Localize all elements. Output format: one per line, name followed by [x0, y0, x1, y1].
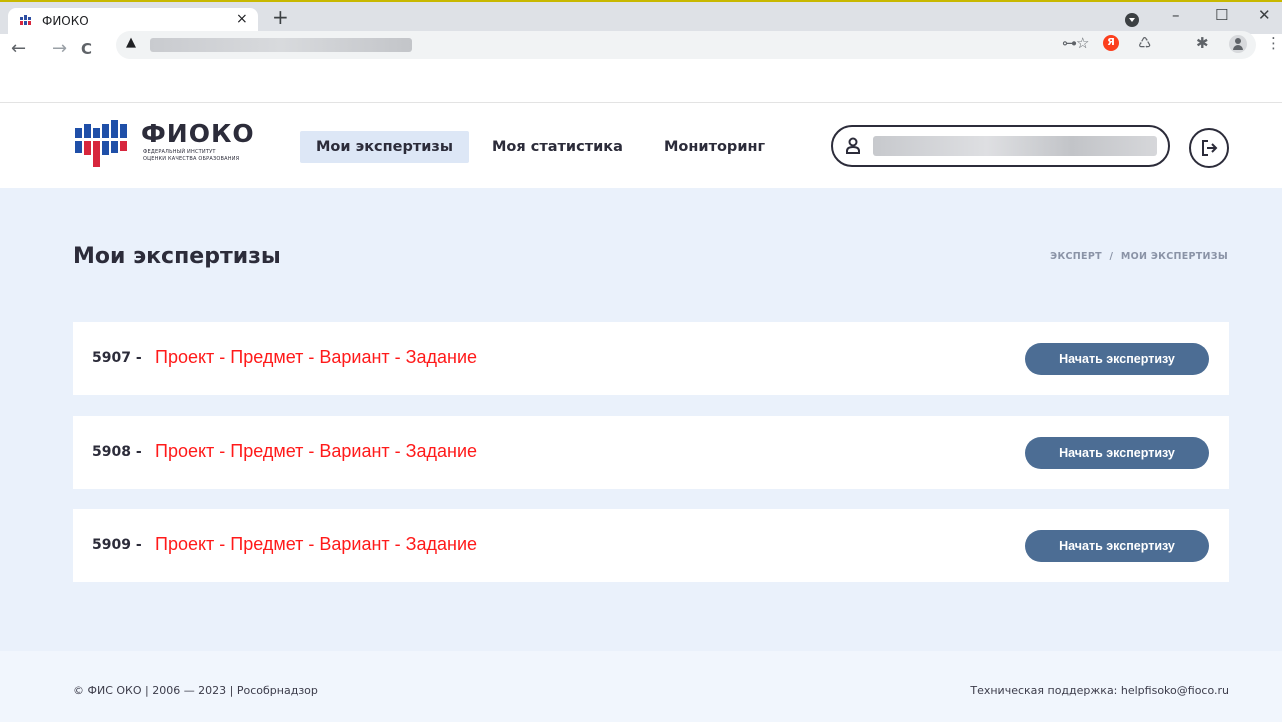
nav-my-expertises[interactable]: Мои экспертизы — [300, 131, 469, 163]
user-icon — [846, 137, 860, 154]
not-secure-warning-icon[interactable]: ▲ — [126, 35, 136, 50]
reload-icon[interactable]: C — [81, 40, 92, 58]
expertise-card: 5908 - Проект - Предмет - Вариант - Зада… — [73, 416, 1229, 489]
yandex-extension-icon[interactable]: Я — [1103, 35, 1119, 51]
url-text-redacted — [150, 38, 412, 52]
password-key-icon[interactable]: ⊶ — [1062, 34, 1077, 52]
user-name-redacted — [873, 136, 1157, 156]
footer-copyright: © ФИС ОКО | 2006 — 2023 | Рособрнадзор — [73, 684, 318, 697]
tab-close-icon[interactable]: × — [236, 11, 248, 27]
nav-my-statistics[interactable]: Моя статистика — [476, 131, 639, 163]
breadcrumb-expert[interactable]: ЭКСПЕРТ — [1050, 251, 1102, 262]
breadcrumb-separator: / — [1109, 251, 1114, 262]
breadcrumb-current: МОИ ЭКСПЕРТИЗЫ — [1120, 251, 1228, 262]
user-account-pill[interactable] — [831, 125, 1170, 167]
expertise-card: 5907 - Проект - Предмет - Вариант - Зада… — [73, 322, 1229, 395]
fioco-favicon-icon — [20, 15, 31, 25]
logo-subtitle-line-2: ОЦЕНКИ КАЧЕСТВА ОБРАЗОВАНИЯ — [143, 156, 240, 162]
expertise-number: 5907 - — [92, 350, 142, 366]
profile-avatar-icon[interactable] — [1229, 35, 1247, 53]
tab-search-icon[interactable] — [1125, 13, 1139, 27]
browser-menu-icon[interactable]: ⋮ — [1266, 34, 1281, 52]
footer-support[interactable]: Техническая поддержка: helpfisoko@fioco.… — [970, 684, 1229, 697]
expertise-number: 5909 - — [92, 537, 142, 553]
logout-icon — [1202, 140, 1218, 156]
close-window-button[interactable]: ✕ — [1258, 6, 1271, 24]
fioco-logo-mark-icon[interactable] — [75, 120, 127, 170]
tab-strip: ФИОКО × + – ☐ ✕ — [0, 2, 1282, 52]
start-expertise-button[interactable]: Начать экспертизу — [1025, 343, 1209, 375]
minimize-button[interactable]: – — [1172, 6, 1180, 24]
back-arrow-icon[interactable]: ← — [11, 38, 26, 59]
site-header: ФИОКО ФЕДЕРАЛЬНЫЙ ИНСТИТУТ ОЦЕНКИ КАЧЕСТ… — [0, 103, 1282, 188]
start-expertise-button[interactable]: Начать экспертизу — [1025, 530, 1209, 562]
logo-title: ФИОКО — [141, 119, 255, 148]
logout-button[interactable] — [1189, 128, 1229, 168]
maximize-button[interactable]: ☐ — [1215, 6, 1228, 24]
expertise-title: Проект - Предмет - Вариант - Задание — [155, 441, 478, 461]
logo-subtitle: ФЕДЕРАЛЬНЫЙ ИНСТИТУТ ОЦЕНКИ КАЧЕСТВА ОБР… — [143, 149, 239, 163]
tab-title: ФИОКО — [42, 14, 89, 28]
forward-arrow-icon[interactable]: → — [52, 38, 67, 59]
breadcrumb: ЭКСПЕРТ / МОИ ЭКСПЕРТИЗЫ — [1048, 251, 1230, 262]
extensions-puzzle-icon[interactable]: ✱ — [1196, 34, 1209, 52]
page-title: Мои экспертизы — [73, 244, 281, 269]
nav-monitoring[interactable]: Мониторинг — [648, 131, 781, 163]
new-tab-button[interactable]: + — [272, 7, 289, 27]
expertise-number: 5908 - — [92, 444, 142, 460]
expertise-title: Проект - Предмет - Вариант - Задание — [155, 534, 478, 554]
logo-subtitle-line-1: ФЕДЕРАЛЬНЫЙ ИНСТИТУТ — [143, 149, 216, 155]
expertise-card: 5909 - Проект - Предмет - Вариант - Зада… — [73, 509, 1229, 582]
expertise-title: Проект - Предмет - Вариант - Задание — [155, 347, 478, 367]
start-expertise-button[interactable]: Начать экспертизу — [1025, 437, 1209, 469]
bookmark-star-icon[interactable]: ☆ — [1076, 34, 1089, 52]
recycle-extension-icon[interactable]: ♺ — [1138, 34, 1151, 52]
main-content: Мои экспертизы ЭКСПЕРТ / МОИ ЭКСПЕРТИЗЫ … — [0, 188, 1282, 651]
footer: © ФИС ОКО | 2006 — 2023 | Рособрнадзор Т… — [0, 651, 1282, 722]
